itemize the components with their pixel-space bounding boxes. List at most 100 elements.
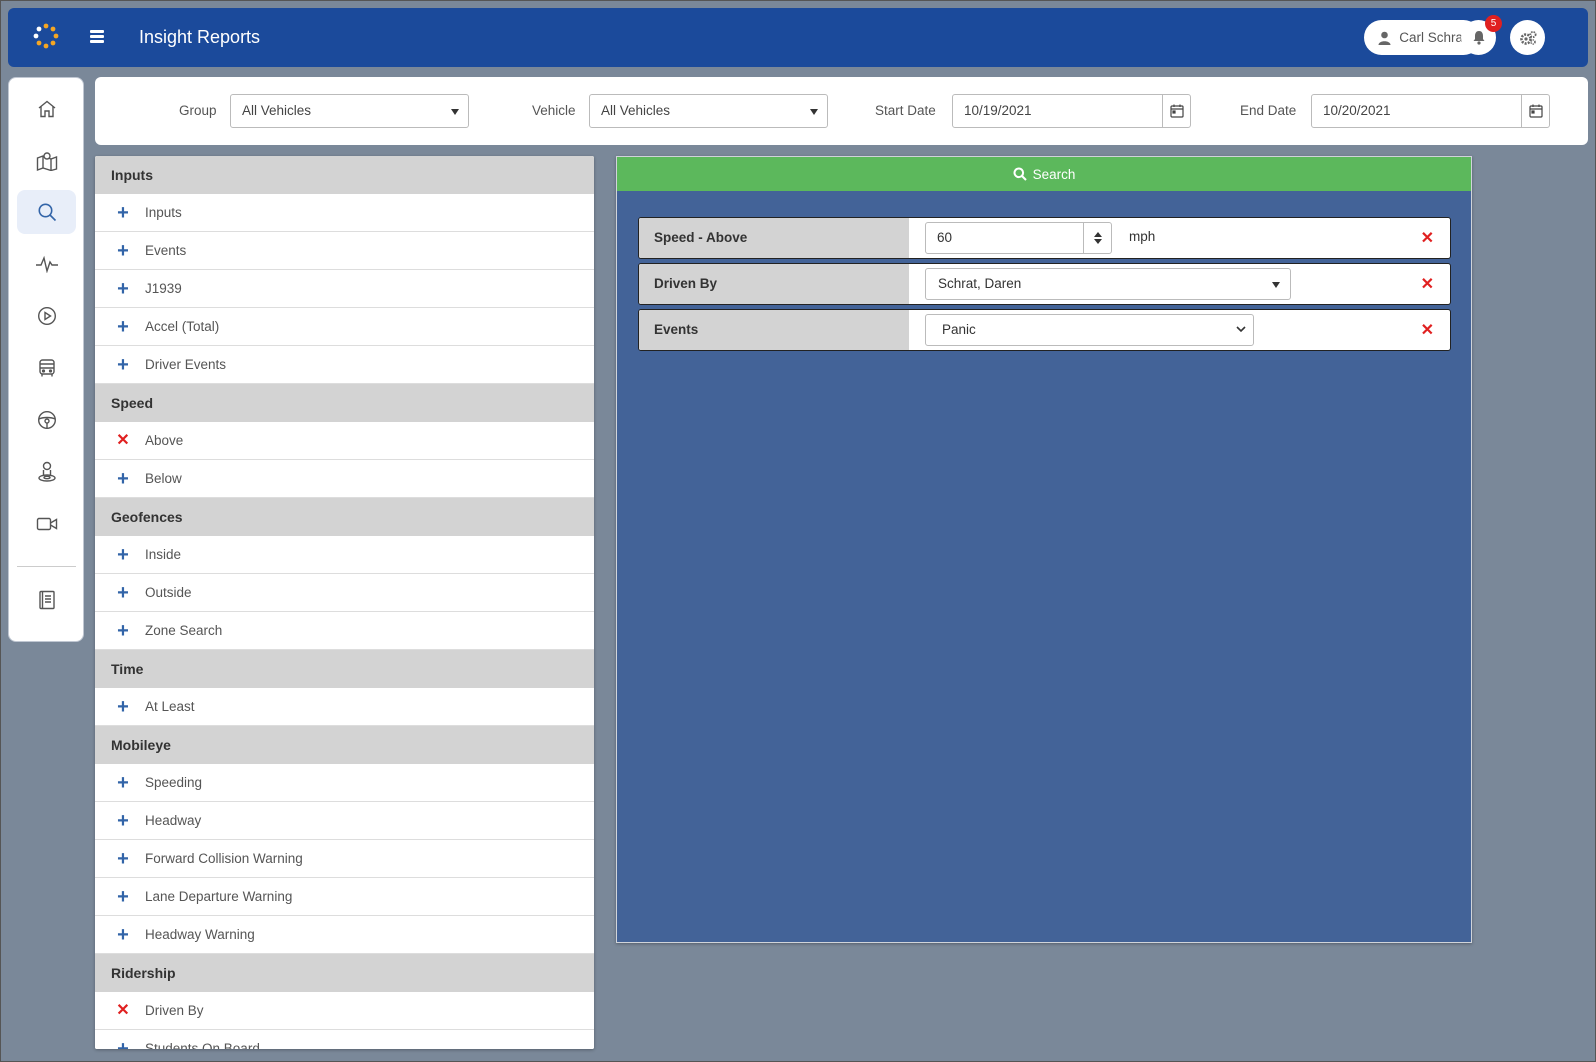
add-icon: + — [117, 847, 129, 870]
stepper-down-icon — [1093, 239, 1102, 244]
speed-value-input[interactable]: 60 — [925, 222, 1112, 254]
notifications-button[interactable]: 5 — [1461, 15, 1502, 55]
criteria-item[interactable]: + Students On Board — [95, 1030, 594, 1049]
criteria-item[interactable]: + Below — [95, 460, 594, 498]
home-icon — [38, 100, 55, 118]
vehicle-select[interactable]: All Vehicles — [589, 94, 828, 128]
criteria-item[interactable]: + Events — [95, 232, 594, 270]
search-button[interactable]: Search — [617, 157, 1471, 191]
criteria-item-label: Zone Search — [145, 623, 223, 638]
criteria-item[interactable]: + Headway — [95, 802, 594, 840]
criteria-item-label: Speeding — [145, 775, 203, 790]
nav-drivers[interactable] — [17, 398, 76, 442]
add-icon: + — [117, 467, 129, 490]
settings-button[interactable] — [1510, 20, 1545, 55]
add-icon: + — [117, 353, 129, 376]
calendar-icon — [1528, 104, 1543, 118]
caret-down-icon — [451, 109, 459, 115]
criterion-name: Events — [639, 310, 909, 350]
speed-value: 60 — [937, 230, 953, 245]
play-icon — [37, 306, 56, 326]
user-icon — [1378, 31, 1391, 45]
criteria-item-label: Outside — [145, 585, 192, 600]
nav-video[interactable] — [17, 502, 76, 546]
group-value: All Vehicles — [242, 103, 312, 118]
remove-criterion-icon[interactable]: ✕ — [1421, 274, 1434, 294]
add-icon: + — [117, 771, 129, 794]
driver-icon — [37, 461, 56, 482]
query-panel: Search Speed - Above 60 mph ✕ Driven By … — [616, 156, 1472, 943]
logo-icon[interactable] — [32, 22, 60, 50]
add-icon: + — [117, 543, 129, 566]
caret-down-icon — [810, 109, 818, 115]
criteria-item-label: Events — [145, 243, 187, 258]
user-name: Carl Schrat — [1399, 30, 1467, 45]
number-stepper[interactable] — [1083, 223, 1111, 253]
remove-icon: ✕ — [116, 1001, 130, 1019]
nav-playback[interactable] — [17, 294, 76, 338]
criteria-item[interactable]: + Lane Departure Warning — [95, 878, 594, 916]
chevron-down-icon — [1236, 326, 1246, 333]
end-date-input[interactable]: 10/20/2021 — [1311, 94, 1550, 128]
nav-reports[interactable] — [17, 578, 76, 622]
criteria-item[interactable]: + Headway Warning — [95, 916, 594, 954]
steering-wheel-icon — [37, 410, 56, 430]
criteria-item[interactable]: + At Least — [95, 688, 594, 726]
criterion-events: Events Panic ✕ — [638, 309, 1451, 351]
criteria-item-label: Inside — [145, 547, 182, 562]
nav-home[interactable] — [17, 87, 76, 131]
criteria-item[interactable]: + Speeding — [95, 764, 594, 802]
menu-icon[interactable] — [87, 28, 107, 46]
top-bar: Insight Reports Carl Schrat 5 — [8, 8, 1588, 67]
nav-operator[interactable] — [17, 450, 76, 494]
add-icon: + — [117, 885, 129, 908]
end-date-picker[interactable] — [1521, 95, 1549, 127]
criteria-item-label: Driven By — [145, 1003, 204, 1018]
speed-unit: mph — [1129, 229, 1156, 244]
criteria-item[interactable]: ✕ Above — [95, 422, 594, 460]
event-value: Panic — [942, 322, 976, 337]
nav-map[interactable] — [17, 139, 76, 183]
remove-criterion-icon[interactable]: ✕ — [1421, 320, 1434, 340]
end-date-value: 10/20/2021 — [1323, 103, 1391, 118]
criteria-item[interactable]: + J1939 — [95, 270, 594, 308]
criterion-name: Driven By — [639, 264, 909, 304]
criteria-item-label: Below — [145, 471, 182, 486]
criteria-item[interactable]: + Forward Collision Warning — [95, 840, 594, 878]
nav-activity[interactable] — [17, 242, 76, 286]
filter-bar: Group All Vehicles Vehicle All Vehicles … — [95, 77, 1588, 145]
start-date-picker[interactable] — [1162, 95, 1190, 127]
driver-value: Schrat, Daren — [938, 276, 1022, 291]
criteria-item[interactable]: + Inside — [95, 536, 594, 574]
bell-icon — [1473, 31, 1484, 45]
add-icon: + — [117, 695, 129, 718]
gears-icon — [1519, 30, 1536, 45]
nav-search[interactable] — [17, 190, 76, 234]
criteria-item[interactable]: + Inputs — [95, 194, 594, 232]
group-select[interactable]: All Vehicles — [230, 94, 469, 128]
criteria-item[interactable]: + Driver Events — [95, 346, 594, 384]
criteria-item-label: Headway — [145, 813, 202, 828]
vehicle-label: Vehicle — [532, 103, 576, 118]
start-date-input[interactable]: 10/19/2021 — [952, 94, 1191, 128]
nav-divider — [17, 566, 76, 567]
add-icon: + — [117, 277, 129, 300]
search-icon — [38, 203, 56, 222]
criteria-item-label: Headway Warning — [145, 927, 255, 942]
add-icon: + — [117, 315, 129, 338]
criteria-item[interactable]: ✕ Driven By — [95, 992, 594, 1030]
criterion-name: Speed - Above — [639, 218, 909, 258]
criteria-item-label: Forward Collision Warning — [145, 851, 303, 866]
caret-down-icon — [1272, 282, 1280, 288]
criteria-item[interactable]: + Outside — [95, 574, 594, 612]
driver-select[interactable]: Schrat, Daren — [925, 268, 1291, 300]
event-select[interactable]: Panic — [925, 314, 1254, 346]
nav-vehicles[interactable] — [17, 346, 76, 390]
criteria-item[interactable]: + Zone Search — [95, 612, 594, 650]
app-title: Insight Reports — [139, 27, 261, 47]
add-icon: + — [117, 619, 129, 642]
criteria-item-label: Students On Board — [145, 1041, 260, 1049]
remove-criterion-icon[interactable]: ✕ — [1421, 228, 1434, 248]
add-icon: + — [117, 201, 129, 224]
criteria-item[interactable]: + Accel (Total) — [95, 308, 594, 346]
